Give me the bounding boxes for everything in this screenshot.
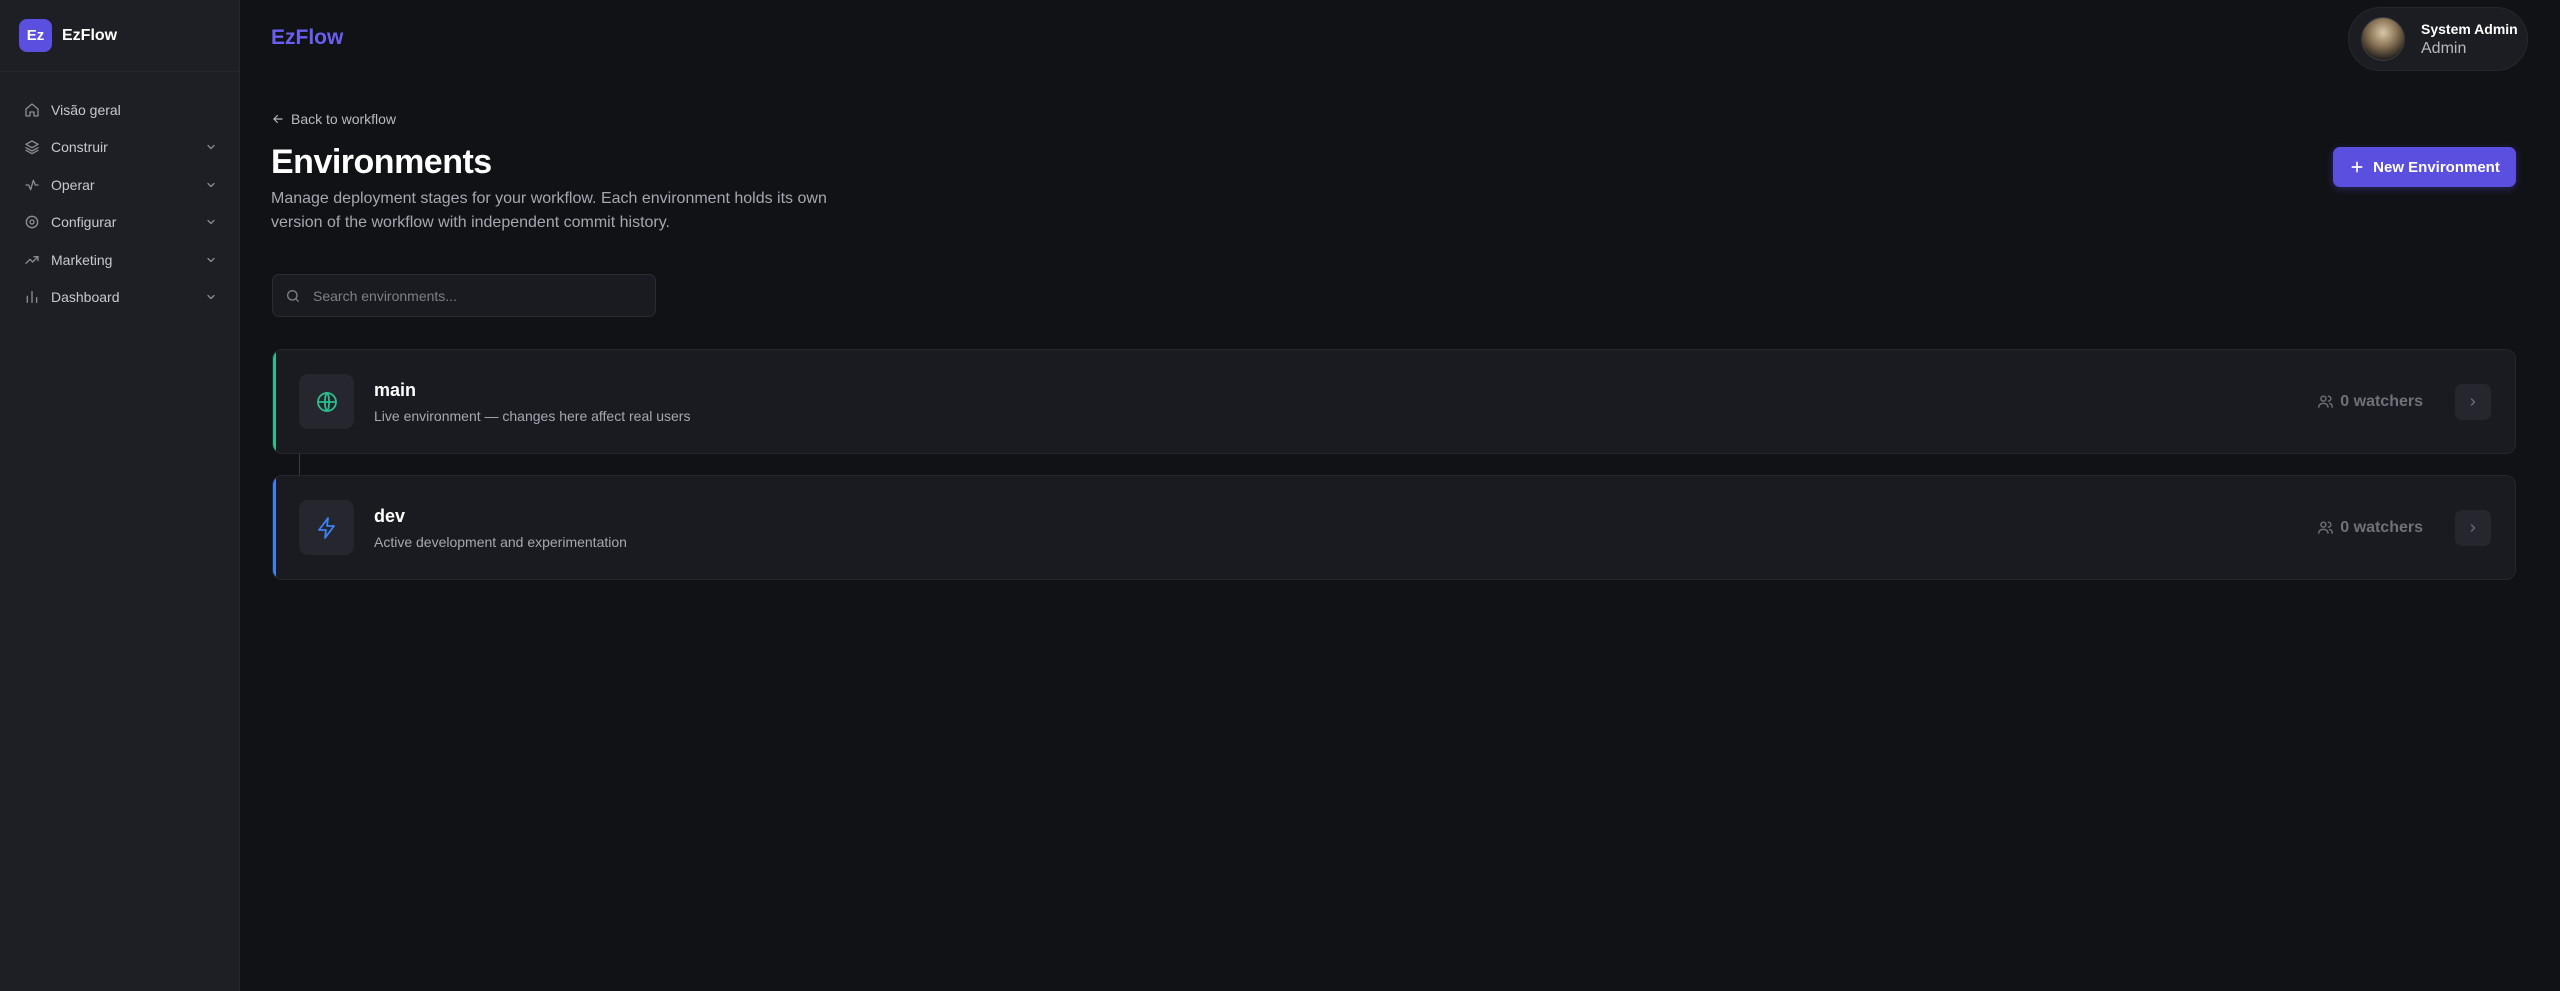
avatar: [2361, 17, 2405, 61]
sidebar-nav: Visão geral Construir Operar Configurar …: [0, 72, 239, 316]
home-icon: [24, 102, 40, 118]
environment-description: Active development and experimentation: [374, 534, 627, 550]
chevron-down-icon[interactable]: [205, 179, 217, 191]
user-info: System Admin Admin: [2421, 19, 2518, 59]
environment-info: main Live environment — changes here aff…: [374, 378, 2317, 425]
layers-icon: [24, 139, 40, 155]
chevron-right-icon: [2470, 523, 2476, 532]
search-icon: [285, 288, 301, 304]
topbar-title[interactable]: EzFlow: [271, 26, 343, 50]
open-environment-button[interactable]: [2455, 383, 2491, 420]
new-environment-button[interactable]: New Environment: [2333, 147, 2516, 187]
brand[interactable]: Ez EzFlow: [0, 0, 239, 72]
sidebar-item-marketing[interactable]: Marketing: [0, 241, 239, 279]
open-environment-button[interactable]: [2455, 509, 2491, 546]
page-description: Manage deployment stages for your workfl…: [271, 190, 827, 231]
page-title: Environments: [271, 143, 492, 181]
sidebar-item-label: Construir: [51, 139, 108, 156]
environment-description: Live environment — changes here affect r…: [374, 408, 691, 424]
sidebar-item-label: Visão geral: [51, 101, 121, 118]
chevron-down-icon[interactable]: [205, 291, 217, 303]
zap-icon: [317, 516, 335, 539]
brand-name: EzFlow: [62, 26, 118, 44]
sidebar: Ez EzFlow Visão geral Construir Operar C…: [0, 0, 240, 991]
chevron-down-icon[interactable]: [205, 141, 217, 153]
sidebar-item-label: Dashboard: [51, 289, 120, 306]
watchers-count: 0 watchers: [2317, 393, 2423, 411]
sidebar-item-label: Marketing: [51, 251, 113, 268]
back-link[interactable]: Back to workflow: [271, 111, 396, 127]
users-icon: [2317, 519, 2334, 536]
user-name: System Admin: [2421, 21, 2518, 37]
arrow-left-icon: [271, 112, 285, 126]
watchers-count: 0 watchers: [2317, 519, 2423, 537]
gear-icon: [24, 214, 40, 230]
environment-card-dev[interactable]: dev Active development and experimentati…: [272, 475, 2516, 580]
environment-card-main[interactable]: main Live environment — changes here aff…: [272, 349, 2516, 454]
user-menu[interactable]: System Admin Admin: [2348, 7, 2528, 71]
sidebar-item-dashboard[interactable]: Dashboard: [0, 279, 239, 317]
globe-icon: [316, 391, 337, 412]
bar-chart-icon: [24, 289, 40, 305]
watchers-label: 0 watchers: [2340, 518, 2423, 536]
sidebar-item-visao-geral[interactable]: Visão geral: [0, 91, 239, 129]
back-link-label: Back to workflow: [291, 111, 397, 127]
new-environment-label: New Environment: [2373, 158, 2500, 176]
plus-icon: [2349, 159, 2365, 175]
environment-info: dev Active development and experimentati…: [374, 504, 2317, 551]
activity-icon: [24, 177, 40, 193]
user-role: Admin: [2421, 40, 2467, 57]
users-icon: [2317, 393, 2334, 410]
search-input[interactable]: [313, 287, 655, 304]
sidebar-item-label: Configurar: [51, 214, 117, 231]
sidebar-item-operar[interactable]: Operar: [0, 166, 239, 204]
environment-icon-box: [299, 500, 354, 555]
sidebar-item-configurar[interactable]: Configurar: [0, 204, 239, 242]
sidebar-item-label: Operar: [51, 176, 95, 193]
watchers-label: 0 watchers: [2340, 392, 2423, 410]
brand-logo: Ez: [19, 19, 52, 52]
environment-connector: [299, 454, 300, 475]
trending-up-icon: [24, 252, 40, 268]
environment-icon-box: [299, 374, 354, 429]
chevron-right-icon: [2470, 397, 2476, 406]
environment-name: main: [374, 380, 417, 400]
chevron-down-icon[interactable]: [205, 254, 217, 266]
search-box[interactable]: [272, 274, 656, 317]
sidebar-item-construir[interactable]: Construir: [0, 129, 239, 167]
environment-name: dev: [374, 506, 406, 526]
chevron-down-icon[interactable]: [205, 216, 217, 228]
